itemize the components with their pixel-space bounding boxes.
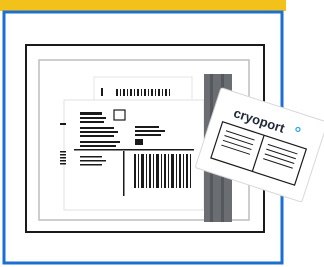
shipping-label-illustration: cryoport [0, 0, 324, 265]
top-banner [0, 0, 286, 11]
